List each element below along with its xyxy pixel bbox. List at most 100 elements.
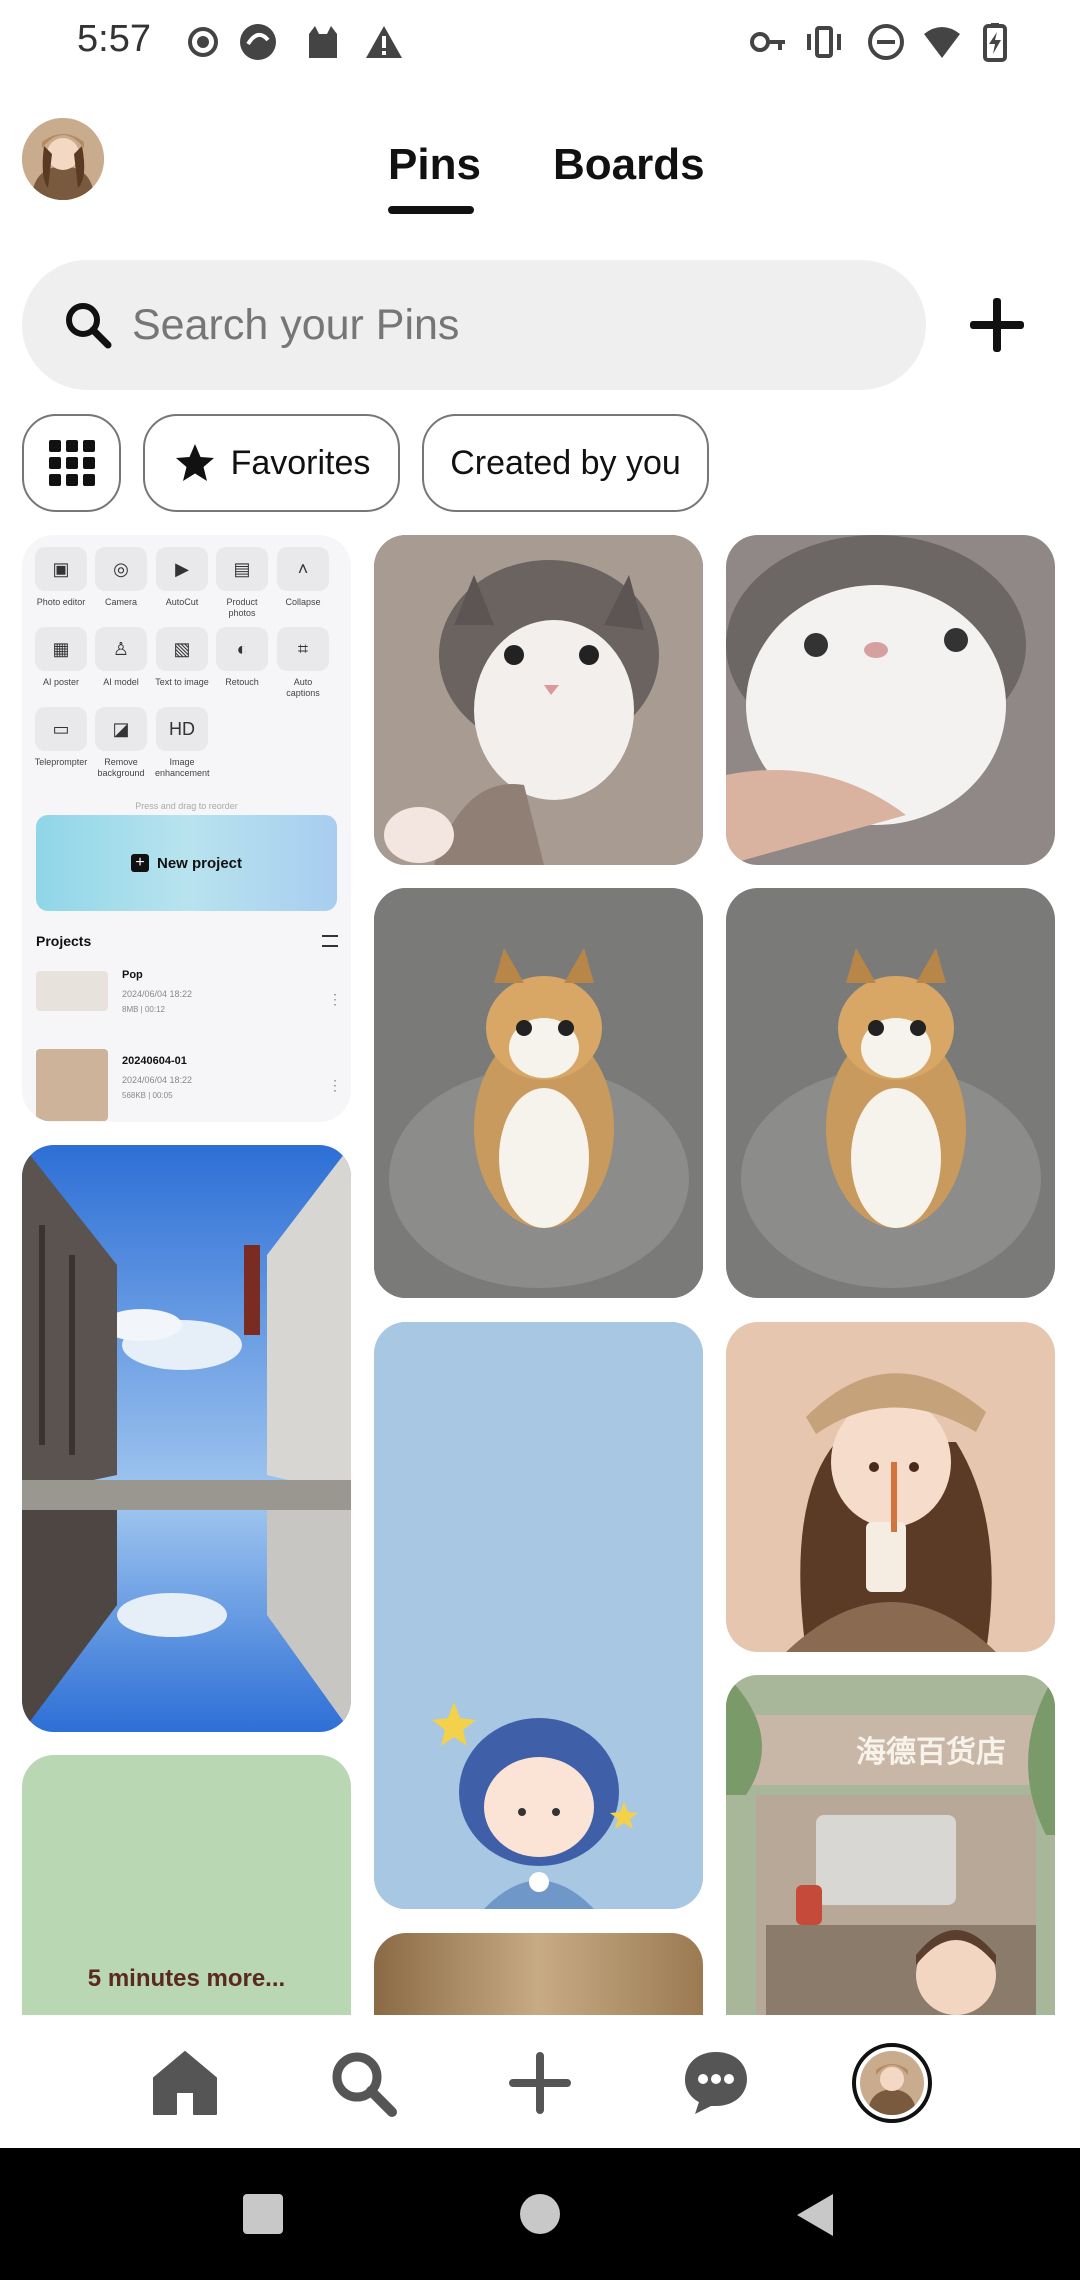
tool-item: ▭ Teleprompter: [34, 707, 88, 768]
back-button[interactable]: [795, 2192, 835, 2238]
status-bar: 5:57: [0, 0, 1080, 90]
project-name: 20240604-01: [122, 1055, 187, 1067]
bottom-navigation: [0, 2015, 1080, 2148]
project-meta: 8MB | 00:12: [122, 1005, 165, 1014]
warning-icon: [366, 26, 402, 58]
tool-item: ♙ AI model: [94, 627, 148, 688]
text-image-icon: ▧: [156, 627, 208, 671]
favorites-chip[interactable]: Favorites: [143, 414, 400, 512]
app-notification-icon: [240, 24, 276, 60]
home-icon: [153, 2051, 217, 2115]
pin-quote[interactable]: 5 minutes more...: [22, 1755, 351, 2015]
grid-view-button[interactable]: [22, 414, 121, 512]
camera-icon: ◎: [95, 547, 147, 591]
teleprompter-icon: ▭: [35, 707, 87, 751]
profile-avatar[interactable]: [22, 118, 104, 200]
pin-cat-held-1[interactable]: [374, 888, 703, 1298]
avatar-illustration-icon: [22, 118, 104, 200]
reorder-hint: Press and drag to reorder: [135, 801, 238, 811]
avatar-icon: [860, 2051, 924, 2115]
star-icon: [175, 444, 214, 481]
recents-button[interactable]: [243, 2194, 283, 2234]
new-project-label: New project: [156, 854, 243, 872]
project-thumbnail: [36, 971, 108, 1011]
project-date: 2024/06/04 18:22: [122, 1075, 193, 1085]
vibrate-icon: [807, 26, 841, 58]
search-bar[interactable]: [22, 260, 926, 390]
nav-messages[interactable]: [676, 2043, 756, 2123]
poster-icon: ▦: [35, 627, 87, 671]
tool-item: ▣ Photo editor: [34, 547, 88, 608]
tab-active-indicator: [388, 206, 474, 214]
plus-square-icon: +: [130, 854, 149, 872]
tab-pins[interactable]: Pins: [388, 140, 481, 190]
enhance-icon: HD: [156, 707, 208, 751]
nav-create[interactable]: [500, 2043, 580, 2123]
cat-photo-image: [374, 535, 703, 865]
search-input[interactable]: [132, 288, 892, 362]
tool-item: ▶ AutoCut: [155, 547, 209, 608]
pin-cat-held-2[interactable]: [726, 888, 1055, 1298]
tool-item: ◐ Retouch: [215, 627, 269, 688]
project-date: 2024/06/04 18:22: [122, 989, 193, 999]
search-icon: [332, 2052, 397, 2117]
system-navigation-bar: [0, 2148, 1080, 2280]
pin-street-reflection[interactable]: [22, 1145, 351, 1732]
created-by-you-label: Created by you: [450, 443, 681, 482]
pin-grid[interactable]: ▣ Photo editor ◎ Camera ▶ AutoCut ▤ Product …: [0, 520, 1080, 2015]
pin-anime-girl-drink[interactable]: [726, 1322, 1055, 1652]
chat-bubble-icon: [685, 2052, 747, 2114]
project-thumbnail: [36, 1049, 108, 1121]
plus-icon: [509, 2052, 571, 2114]
pin-editor-screenshot[interactable]: ▣ Photo editor ◎ Camera ▶ AutoCut ▤ Product …: [22, 535, 351, 1122]
anime-illustration-image: [374, 1322, 703, 1909]
battery-charging-icon: [983, 23, 1007, 62]
more-icon: ⋮: [328, 991, 342, 1007]
chevron-up-icon: ˄: [277, 547, 329, 591]
project-name: Pop: [122, 969, 143, 981]
captions-icon: ⌗: [277, 627, 329, 671]
grid-icon: [48, 440, 95, 486]
search-icon: [66, 303, 112, 349]
street-photo-image: [22, 1145, 351, 1732]
curtain-image: [374, 1933, 703, 2015]
pin-anime-girl-flower[interactable]: [374, 1322, 703, 1909]
vpn-key-icon: [750, 32, 785, 52]
nav-search[interactable]: [323, 2043, 403, 2123]
record-icon: [188, 27, 218, 57]
anime-illustration-image: [726, 1322, 1055, 1652]
tab-boards[interactable]: Boards: [553, 140, 705, 190]
model-icon: ♙: [95, 627, 147, 671]
home-button[interactable]: [520, 2194, 560, 2234]
cat-photo-image: [374, 888, 703, 1298]
do-not-disturb-icon: [868, 24, 904, 60]
tool-item: ◎ Camera: [94, 547, 148, 608]
favorites-label: Favorites: [230, 443, 371, 482]
store-illustration-image: [726, 1675, 1055, 2015]
pin-cat-closeup-2[interactable]: [726, 535, 1055, 865]
tool-item: ˄ Collapse: [276, 547, 330, 608]
create-plus-button[interactable]: [962, 290, 1032, 360]
quote-text: 5 minutes more...: [87, 1965, 286, 1992]
project-meta: 568KB | 00:05: [122, 1091, 173, 1100]
tool-item: HD Image enhancement: [155, 707, 210, 779]
product-icon: ▤: [216, 547, 268, 591]
sort-icon: [322, 935, 338, 947]
cat-photo-image: [726, 535, 1055, 865]
autocut-icon: ▶: [156, 547, 208, 591]
nav-profile[interactable]: [852, 2043, 932, 2123]
more-icon: ⋮: [328, 1077, 342, 1093]
pin-curtain[interactable]: [374, 1933, 703, 2015]
tool-item: ◪ Remove background: [94, 707, 148, 779]
store-sign-text: 海德百货店: [856, 1735, 1006, 1770]
tool-item: ▤ Product photos: [215, 547, 269, 619]
pin-store-illustration[interactable]: 海德百货店: [726, 1675, 1055, 2015]
created-by-you-chip[interactable]: Created by you: [422, 414, 709, 512]
nav-home[interactable]: [145, 2043, 225, 2123]
retouch-icon: ◐: [216, 627, 268, 671]
new-project-button: + New project: [36, 815, 337, 911]
tool-item: ⌗ Auto captions: [276, 627, 330, 699]
pin-cat-closeup-1[interactable]: [374, 535, 703, 865]
cat-photo-image: [726, 888, 1055, 1298]
tool-item: ▦ AI poster: [34, 627, 88, 688]
